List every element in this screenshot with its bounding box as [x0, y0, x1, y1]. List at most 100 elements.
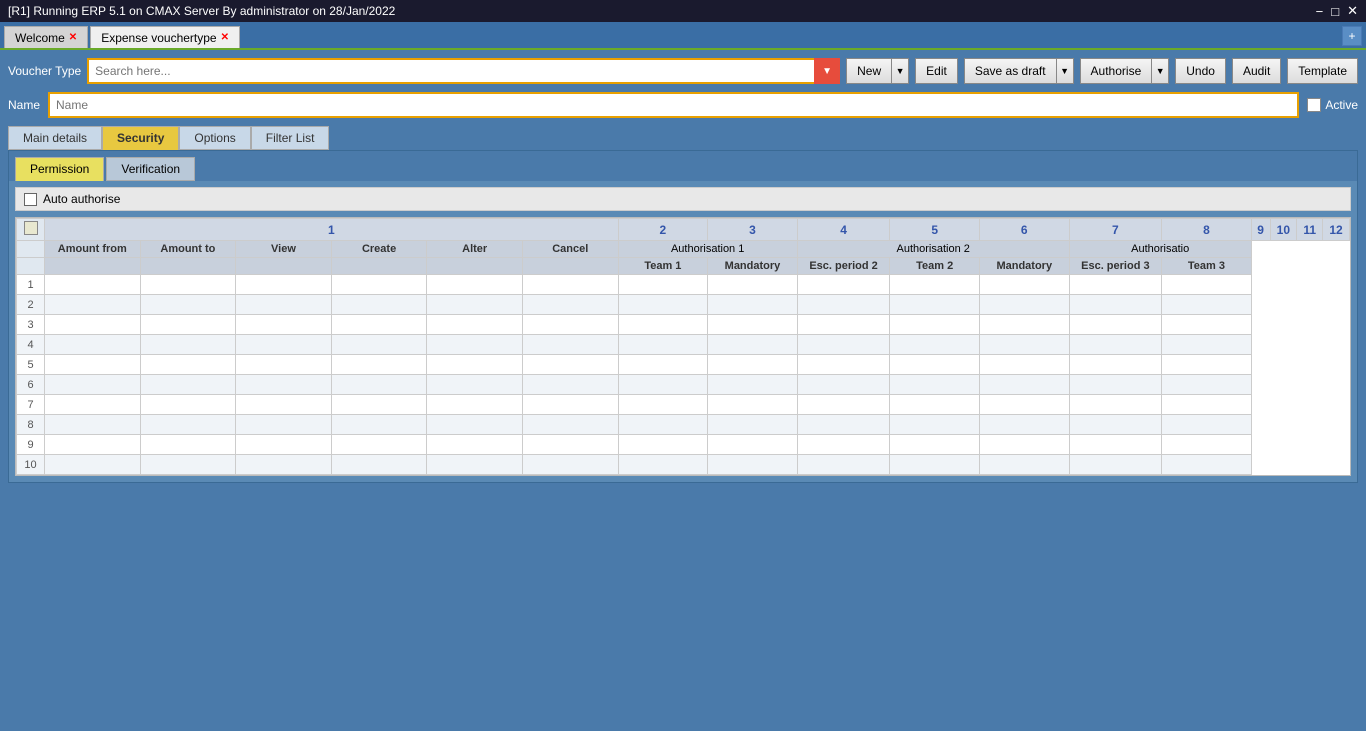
tab-welcome[interactable]: Welcome ✕	[4, 26, 88, 48]
cell-r6-c10[interactable]	[979, 375, 1069, 395]
cell-r10-c4[interactable]	[427, 455, 523, 475]
cell-r5-c2[interactable]	[236, 355, 332, 375]
cell-r2-c6[interactable]	[618, 295, 708, 315]
tab-expense-vouchertype[interactable]: Expense vouchertype ✕	[90, 26, 240, 48]
authorise-button[interactable]: Authorise	[1080, 58, 1152, 84]
cell-r2-c9[interactable]	[890, 295, 980, 315]
cell-r2-c4[interactable]	[427, 295, 523, 315]
save-as-draft-button[interactable]: Save as draft	[964, 58, 1056, 84]
cell-r2-c12[interactable]	[1162, 295, 1252, 315]
cell-r2-c11[interactable]	[1069, 295, 1162, 315]
cell-r7-c3[interactable]	[331, 395, 427, 415]
cell-r4-c6[interactable]	[618, 335, 708, 355]
close-button[interactable]: ✕	[1347, 3, 1358, 19]
new-button[interactable]: New	[846, 58, 891, 84]
cell-r3-c9[interactable]	[890, 315, 980, 335]
cell-r5-c1[interactable]	[140, 355, 236, 375]
add-tab-button[interactable]: +	[1342, 26, 1362, 46]
cell-r7-c1[interactable]	[140, 395, 236, 415]
cell-r4-c10[interactable]	[979, 335, 1069, 355]
cell-r10-c6[interactable]	[618, 455, 708, 475]
cell-r4-c12[interactable]	[1162, 335, 1252, 355]
cell-r1-c1[interactable]	[140, 275, 236, 295]
authorise-dropdown-button[interactable]: ▼	[1151, 58, 1169, 84]
tab-welcome-close[interactable]: ✕	[69, 32, 77, 43]
cell-r4-c2[interactable]	[236, 335, 332, 355]
tab-expense-close[interactable]: ✕	[221, 32, 229, 43]
cell-r10-c12[interactable]	[1162, 455, 1252, 475]
cell-r7-c5[interactable]	[522, 395, 618, 415]
cell-r4-c9[interactable]	[890, 335, 980, 355]
cell-r5-c6[interactable]	[618, 355, 708, 375]
cell-r8-c2[interactable]	[236, 415, 332, 435]
cell-r7-c2[interactable]	[236, 395, 332, 415]
cell-r6-c9[interactable]	[890, 375, 980, 395]
cell-r1-c2[interactable]	[236, 275, 332, 295]
cell-r9-c5[interactable]	[522, 435, 618, 455]
select-all-checkbox[interactable]	[24, 221, 38, 235]
cell-r10-c0[interactable]	[45, 455, 141, 475]
edit-button[interactable]: Edit	[915, 58, 958, 84]
minimize-button[interactable]: −	[1316, 3, 1324, 19]
inner-tab-permission[interactable]: Permission	[15, 157, 104, 181]
cell-r7-c12[interactable]	[1162, 395, 1252, 415]
sub-tab-security[interactable]: Security	[102, 126, 179, 150]
cell-r6-c4[interactable]	[427, 375, 523, 395]
cell-r7-c10[interactable]	[979, 395, 1069, 415]
cell-r8-c6[interactable]	[618, 415, 708, 435]
cell-r7-c6[interactable]	[618, 395, 708, 415]
cell-r9-c12[interactable]	[1162, 435, 1252, 455]
cell-r6-c0[interactable]	[45, 375, 141, 395]
cell-r3-c4[interactable]	[427, 315, 523, 335]
cell-r4-c3[interactable]	[331, 335, 427, 355]
cell-r2-c5[interactable]	[522, 295, 618, 315]
auto-authorise-checkbox[interactable]	[24, 193, 37, 206]
cell-r5-c0[interactable]	[45, 355, 141, 375]
cell-r6-c12[interactable]	[1162, 375, 1252, 395]
cell-r5-c12[interactable]	[1162, 355, 1252, 375]
cell-r6-c5[interactable]	[522, 375, 618, 395]
cell-r9-c4[interactable]	[427, 435, 523, 455]
cell-r5-c9[interactable]	[890, 355, 980, 375]
cell-r10-c3[interactable]	[331, 455, 427, 475]
cell-r2-c1[interactable]	[140, 295, 236, 315]
sub-tab-main-details[interactable]: Main details	[8, 126, 102, 150]
cell-r8-c10[interactable]	[979, 415, 1069, 435]
cell-r1-c8[interactable]	[797, 275, 890, 295]
cell-r3-c5[interactable]	[522, 315, 618, 335]
cell-r8-c11[interactable]	[1069, 415, 1162, 435]
cell-r6-c6[interactable]	[618, 375, 708, 395]
cell-r10-c11[interactable]	[1069, 455, 1162, 475]
cell-r1-c5[interactable]	[522, 275, 618, 295]
cell-r1-c3[interactable]	[331, 275, 427, 295]
cell-r5-c8[interactable]	[797, 355, 890, 375]
cell-r5-c10[interactable]	[979, 355, 1069, 375]
cell-r4-c1[interactable]	[140, 335, 236, 355]
permission-grid[interactable]: 1 2 3 4 5 6 7 8 9 10 11 12	[15, 217, 1351, 476]
cell-r1-c7[interactable]	[708, 275, 798, 295]
cell-r1-c9[interactable]	[890, 275, 980, 295]
cell-r3-c0[interactable]	[45, 315, 141, 335]
cell-r8-c4[interactable]	[427, 415, 523, 435]
cell-r1-c0[interactable]	[45, 275, 141, 295]
sub-tab-filter-list[interactable]: Filter List	[251, 126, 330, 150]
cell-r8-c5[interactable]	[522, 415, 618, 435]
cell-r9-c11[interactable]	[1069, 435, 1162, 455]
cell-r2-c7[interactable]	[708, 295, 798, 315]
cell-r2-c0[interactable]	[45, 295, 141, 315]
cell-r6-c7[interactable]	[708, 375, 798, 395]
new-dropdown-button[interactable]: ▼	[891, 58, 909, 84]
active-checkbox[interactable]: ✓	[1307, 98, 1321, 112]
cell-r10-c9[interactable]	[890, 455, 980, 475]
cell-r7-c7[interactable]	[708, 395, 798, 415]
cell-r3-c8[interactable]	[797, 315, 890, 335]
cell-r10-c5[interactable]	[522, 455, 618, 475]
cell-r9-c10[interactable]	[979, 435, 1069, 455]
cell-r9-c8[interactable]	[797, 435, 890, 455]
sub-tab-options[interactable]: Options	[179, 126, 250, 150]
cell-r8-c12[interactable]	[1162, 415, 1252, 435]
cell-r5-c7[interactable]	[708, 355, 798, 375]
cell-r10-c10[interactable]	[979, 455, 1069, 475]
cell-r2-c10[interactable]	[979, 295, 1069, 315]
cell-r2-c3[interactable]	[331, 295, 427, 315]
